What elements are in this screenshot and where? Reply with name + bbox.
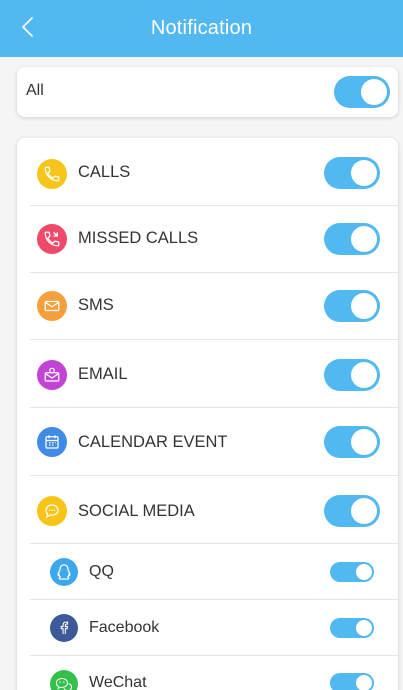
- missed-call-icon: [37, 224, 67, 254]
- sms-toggle[interactable]: [324, 290, 380, 322]
- list-item-calls: CALLS: [17, 138, 398, 206]
- phone-icon: [37, 159, 67, 189]
- facebook-icon: [50, 614, 78, 642]
- social-media-toggle[interactable]: [324, 495, 380, 527]
- chevron-left-icon: [22, 17, 33, 37]
- qq-toggle[interactable]: [330, 562, 374, 582]
- calendar-event-toggle[interactable]: [324, 426, 380, 458]
- sms-label: SMS: [78, 296, 114, 314]
- all-label: All: [26, 82, 44, 99]
- wechat-toggle[interactable]: [330, 673, 374, 690]
- list-item-sms: SMS: [17, 273, 398, 340]
- email-toggle[interactable]: [324, 359, 380, 391]
- list-item-social-media: SOCIAL MEDIA: [17, 476, 398, 544]
- missed-calls-toggle[interactable]: [324, 223, 380, 255]
- facebook-toggle[interactable]: [330, 618, 374, 638]
- email-icon: [37, 360, 67, 390]
- facebook-label: Facebook: [89, 619, 160, 636]
- envelope-icon: [37, 291, 67, 321]
- all-toggle[interactable]: [334, 76, 390, 108]
- calls-toggle[interactable]: [324, 157, 380, 189]
- page-title: Notification: [150, 17, 253, 39]
- all-row: All: [17, 67, 398, 117]
- calendar-event-label: CALENDAR EVENT: [78, 433, 228, 451]
- email-label: EMAIL: [78, 365, 128, 383]
- all-notifications-card: All: [17, 67, 398, 117]
- notification-list-card: CALLS MISSED CALLS SMS EMAIL CALENDAR EV…: [17, 138, 398, 690]
- wechat-icon: [50, 670, 78, 690]
- list-item-qq: QQ: [17, 544, 398, 600]
- list-item-calendar-event: CALENDAR EVENT: [17, 408, 398, 476]
- social-media-label: SOCIAL MEDIA: [78, 502, 195, 520]
- list-item-missed-calls: MISSED CALLS: [17, 206, 398, 273]
- calls-label: CALLS: [78, 163, 131, 181]
- wechat-label: WeChat: [89, 674, 147, 690]
- calendar-icon: [37, 427, 67, 457]
- title-bar: Notification: [0, 0, 403, 57]
- qq-icon: [50, 558, 78, 586]
- missed-calls-label: MISSED CALLS: [78, 229, 199, 247]
- chat-bubble-icon: [37, 496, 67, 526]
- list-item-wechat: WeChat: [17, 656, 398, 690]
- back-button[interactable]: [12, 12, 42, 42]
- qq-label: QQ: [89, 563, 114, 580]
- list-item-facebook: Facebook: [17, 600, 398, 656]
- list-item-email: EMAIL: [17, 340, 398, 408]
